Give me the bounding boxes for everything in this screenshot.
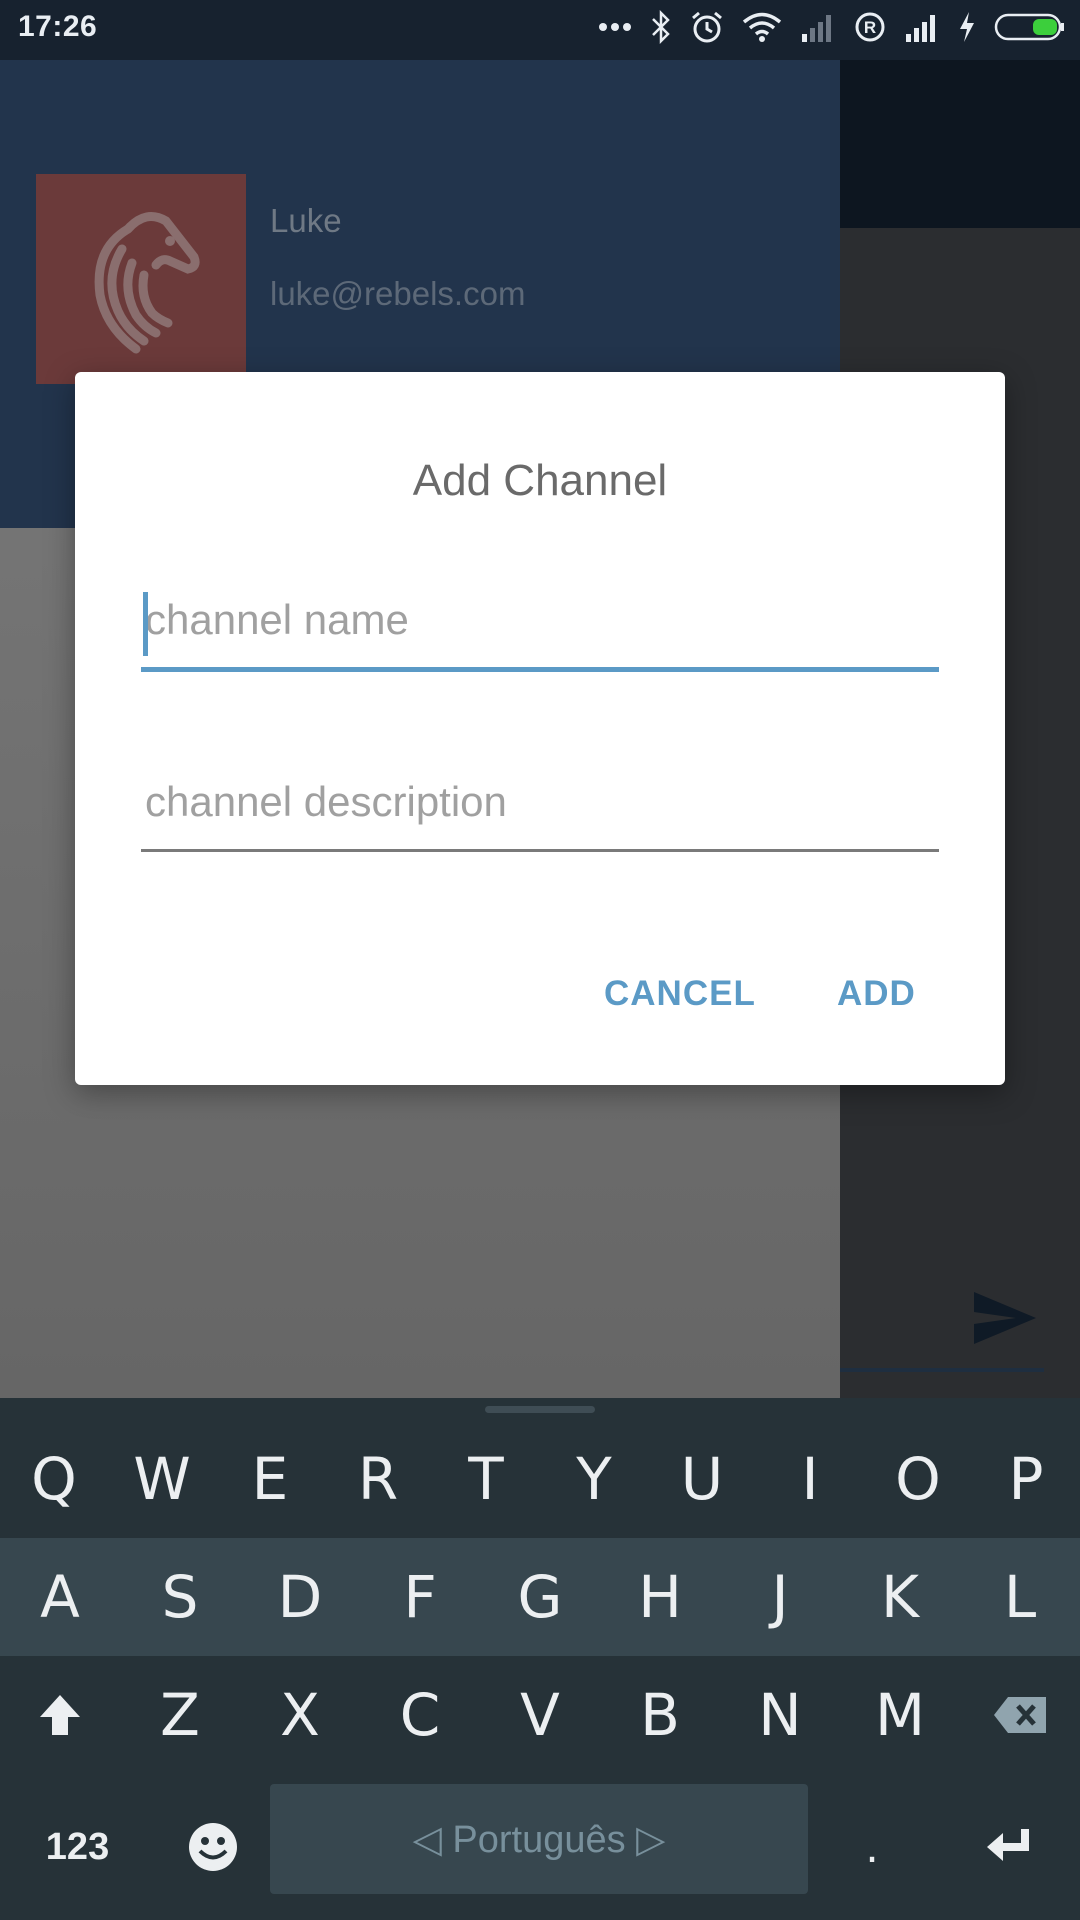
message-input-underline	[840, 1368, 1044, 1372]
svg-text:R: R	[864, 18, 876, 37]
main-toolbar	[840, 60, 1080, 228]
key-c[interactable]: C	[360, 1656, 480, 1774]
key-g[interactable]: G	[480, 1538, 600, 1656]
key-o[interactable]: O	[864, 1420, 972, 1538]
alarm-icon	[692, 11, 722, 43]
keyboard-row-3: Z X C V B N M	[0, 1656, 1080, 1774]
enter-arrow-icon	[987, 1829, 1029, 1861]
more-dots-icon	[599, 23, 631, 31]
add-button[interactable]: ADD	[837, 974, 916, 1014]
keyboard-row-4: 123 ◁ Português ▷ .	[0, 1774, 1080, 1920]
backspace-key[interactable]	[960, 1656, 1080, 1774]
period-key[interactable]: .	[808, 1774, 936, 1920]
key-h[interactable]: H	[600, 1538, 720, 1656]
key-z[interactable]: Z	[120, 1656, 240, 1774]
add-channel-dialog: Add Channel CANCEL ADD	[75, 372, 1005, 1085]
key-n[interactable]: N	[720, 1656, 840, 1774]
key-b[interactable]: B	[600, 1656, 720, 1774]
keyboard-row-1: Q W E R T Y U I O P	[0, 1420, 1080, 1538]
key-x[interactable]: X	[240, 1656, 360, 1774]
channel-description-field	[141, 770, 939, 852]
dialog-title: Add Channel	[412, 456, 668, 505]
channel-name-underline	[141, 667, 939, 672]
avatar[interactable]	[36, 174, 246, 384]
status-icons: R	[598, 10, 1066, 44]
space-key[interactable]: ◁ Português ▷	[270, 1784, 808, 1894]
keyboard-row-2: A S D F G H J K L	[0, 1538, 1080, 1656]
key-v[interactable]: V	[480, 1656, 600, 1774]
key-u[interactable]: U	[648, 1420, 756, 1538]
text-caret	[143, 592, 148, 656]
key-d[interactable]: D	[240, 1538, 360, 1656]
channel-name-input[interactable]	[141, 588, 939, 652]
status-time: 17:26	[18, 10, 98, 43]
numbers-key[interactable]: 123	[0, 1774, 155, 1920]
wifi-icon	[742, 12, 782, 42]
key-y[interactable]: Y	[540, 1420, 648, 1538]
signal-full-icon	[906, 15, 935, 42]
key-q[interactable]: Q	[0, 1420, 108, 1538]
status-bar: 17:26 R	[0, 0, 1080, 60]
enter-key[interactable]	[936, 1774, 1080, 1920]
cancel-button[interactable]: CANCEL	[604, 974, 756, 1014]
key-k[interactable]: K	[840, 1538, 960, 1656]
backspace-icon	[994, 1697, 1046, 1733]
key-p[interactable]: P	[972, 1420, 1080, 1538]
key-r[interactable]: R	[324, 1420, 432, 1538]
signal-weak-icon	[802, 15, 831, 42]
key-w[interactable]: W	[108, 1420, 216, 1538]
key-t[interactable]: T	[432, 1420, 540, 1538]
horse-logo-icon	[94, 212, 200, 354]
emoji-key[interactable]	[155, 1774, 270, 1920]
key-m[interactable]: M	[840, 1656, 960, 1774]
soft-keyboard: Q W E R T Y U I O P A S D F G H J K L Z …	[0, 1398, 1080, 1920]
bluetooth-icon	[652, 10, 670, 44]
shift-arrow-icon	[40, 1695, 80, 1735]
shift-key[interactable]	[0, 1656, 120, 1774]
keyboard-handle[interactable]	[485, 1406, 595, 1413]
channel-description-underline	[141, 849, 939, 852]
key-f[interactable]: F	[360, 1538, 480, 1656]
key-l[interactable]: L	[960, 1538, 1080, 1656]
roaming-r-icon: R	[855, 12, 885, 42]
key-a[interactable]: A	[0, 1538, 120, 1656]
channel-name-field	[141, 588, 939, 672]
battery-icon	[994, 13, 1064, 41]
key-j[interactable]: J	[720, 1538, 840, 1656]
key-s[interactable]: S	[120, 1538, 240, 1656]
key-i[interactable]: I	[756, 1420, 864, 1538]
drawer-user-email: luke@rebels.com	[270, 275, 526, 312]
channel-description-input[interactable]	[141, 770, 939, 834]
key-e[interactable]: E	[216, 1420, 324, 1538]
smiley-icon	[188, 1823, 237, 1871]
charging-bolt-icon	[960, 12, 974, 42]
send-icon[interactable]	[970, 1290, 1040, 1346]
drawer-user-name: Luke	[270, 202, 342, 239]
